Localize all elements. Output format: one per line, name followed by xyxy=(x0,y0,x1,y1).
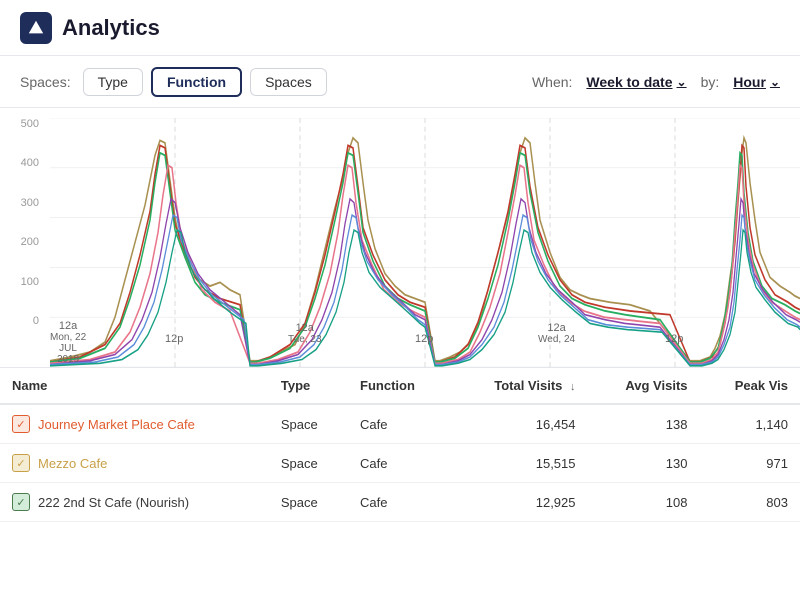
x-label-12p-3: 12p xyxy=(665,333,683,345)
data-table-section: Name Type Function Total Visits ↓ Avg Vi… xyxy=(0,368,800,600)
row-3-link[interactable]: 222 2nd St Cafe (Nourish) xyxy=(38,495,189,510)
x-label-12p-1: 12p xyxy=(165,333,183,345)
row-1-indicator: ✓ xyxy=(12,415,30,433)
hour-value: Hour xyxy=(733,74,766,90)
app-title: Analytics xyxy=(62,15,160,41)
row-1-name: ✓ Journey Market Place Cafe xyxy=(0,404,269,444)
y-label-0: 0 xyxy=(0,315,45,327)
app-logo xyxy=(20,12,52,44)
row-3-indicator: ✓ xyxy=(12,493,30,511)
col-avg-visits: Avg Visits xyxy=(588,368,700,404)
row-3-avg: 108 xyxy=(588,483,700,522)
col-function: Function xyxy=(348,368,451,404)
spaces-label: Spaces: xyxy=(20,74,71,90)
row-1-avg: 138 xyxy=(588,404,700,444)
app-header: Analytics xyxy=(0,0,800,56)
row-1-total: 16,454 xyxy=(451,404,588,444)
row-1-type: Space xyxy=(269,404,348,444)
y-label-100: 100 xyxy=(0,276,45,288)
row-1-peak: 1,140 xyxy=(700,404,800,444)
y-label-400: 400 xyxy=(0,157,45,169)
row-3-total: 12,925 xyxy=(451,483,588,522)
when-label: When: xyxy=(532,74,572,90)
y-label-300: 300 xyxy=(0,197,45,209)
table-row: ✓ Journey Market Place Cafe Space Cafe 1… xyxy=(0,404,800,444)
filter-function-button[interactable]: Function xyxy=(151,67,242,97)
table-header: Name Type Function Total Visits ↓ Avg Vi… xyxy=(0,368,800,404)
x-label-12a-wed: 12a Wed, 24 xyxy=(538,322,575,345)
col-total-visits[interactable]: Total Visits ↓ xyxy=(451,368,588,404)
y-label-500: 500 xyxy=(0,118,45,130)
row-2-indicator: ✓ xyxy=(12,454,30,472)
row-3-function: Cafe xyxy=(348,483,451,522)
x-label-12a-tue: 12a Tue, 23 xyxy=(288,322,322,345)
row-3-name: ✓ 222 2nd St Cafe (Nourish) xyxy=(0,483,269,522)
toolbar: Spaces: Type Function Spaces When: Week … xyxy=(0,56,800,108)
row-2-avg: 130 xyxy=(588,444,700,483)
hour-chevron-icon: ⌄ xyxy=(770,75,780,89)
row-2-function: Cafe xyxy=(348,444,451,483)
sort-icon: ↓ xyxy=(570,381,576,393)
table-row: ✓ 222 2nd St Cafe (Nourish) Space Cafe 1… xyxy=(0,483,800,522)
hour-dropdown[interactable]: Hour ⌄ xyxy=(733,74,780,90)
row-1-function: Cafe xyxy=(348,404,451,444)
row-3-peak: 803 xyxy=(700,483,800,522)
logo-icon xyxy=(27,19,45,37)
row-2-link[interactable]: Mezzo Cafe xyxy=(38,456,107,471)
chart-area: 500 400 300 200 100 0 xyxy=(0,108,800,368)
when-value: Week to date xyxy=(586,74,672,90)
col-name: Name xyxy=(0,368,269,404)
row-2-total: 15,515 xyxy=(451,444,588,483)
row-2-peak: 971 xyxy=(700,444,800,483)
data-table: Name Type Function Total Visits ↓ Avg Vi… xyxy=(0,368,800,522)
x-label-12a-mon: 12a Mon, 22 JUL 2019 xyxy=(50,320,86,365)
col-peak-visits: Peak Vis xyxy=(700,368,800,404)
row-3-type: Space xyxy=(269,483,348,522)
col-type: Type xyxy=(269,368,348,404)
y-axis: 500 400 300 200 100 0 xyxy=(0,118,45,327)
row-1-link[interactable]: Journey Market Place Cafe xyxy=(38,417,195,432)
row-2-type: Space xyxy=(269,444,348,483)
row-2-name: ✓ Mezzo Cafe xyxy=(0,444,269,483)
filter-spaces-button[interactable]: Spaces xyxy=(250,68,327,96)
y-label-200: 200 xyxy=(0,236,45,248)
x-axis: 12a Mon, 22 JUL 2019 12p 12a Tue, 23 12p… xyxy=(50,327,800,367)
by-label: by: xyxy=(701,74,720,90)
when-dropdown[interactable]: Week to date ⌄ xyxy=(586,74,686,90)
table-row: ✓ Mezzo Cafe Space Cafe 15,515 130 971 xyxy=(0,444,800,483)
table-body: ✓ Journey Market Place Cafe Space Cafe 1… xyxy=(0,404,800,522)
when-chevron-icon: ⌄ xyxy=(677,75,687,89)
x-label-12p-2: 12p xyxy=(415,333,433,345)
filter-type-button[interactable]: Type xyxy=(83,68,143,96)
